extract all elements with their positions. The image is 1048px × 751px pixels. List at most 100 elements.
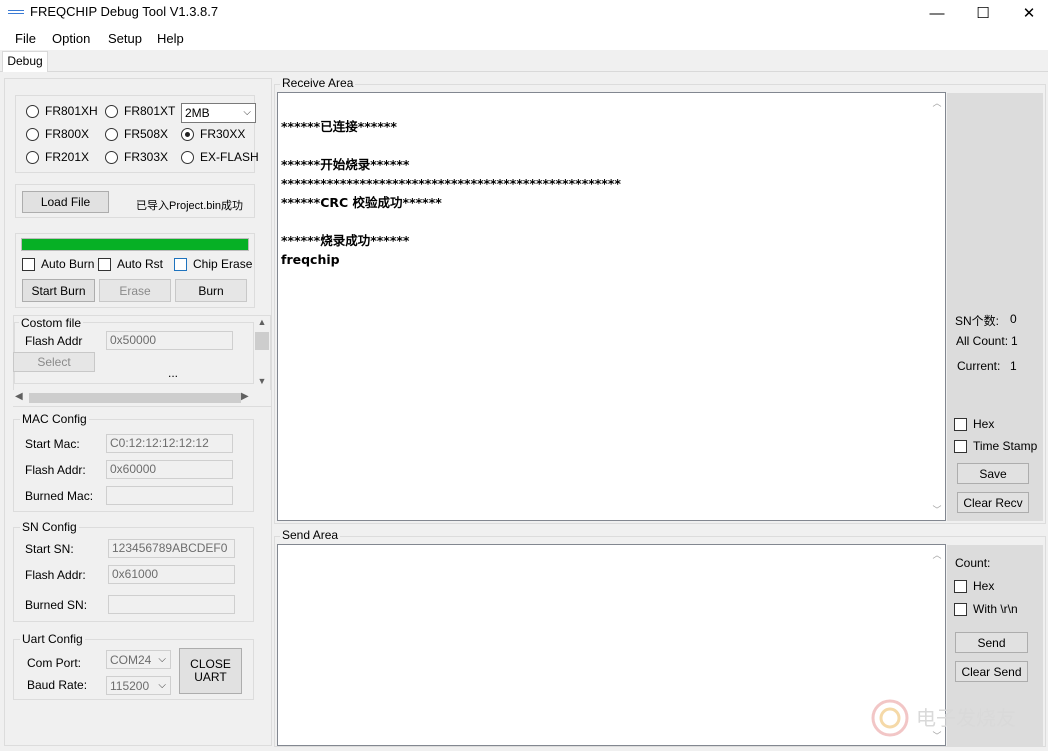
start-sn-input[interactable]: 123456789ABCDEF0 [108, 539, 235, 558]
scroll-left-icon[interactable]: ◀ [15, 391, 23, 402]
checkbox-label: Auto Rst [117, 257, 164, 271]
radio-fr801xh[interactable]: FR801XH [26, 104, 98, 118]
checkbox-label: With \r\n [973, 602, 1018, 616]
send-button[interactable]: Send [955, 632, 1028, 653]
load-file-button[interactable]: Load File [22, 191, 109, 213]
custom-flash-addr-label: Flash Addr [25, 334, 83, 348]
start-burn-button[interactable]: Start Burn [22, 279, 95, 302]
checkbox-label: Chip Erase [193, 257, 253, 271]
receive-log-line: ******CRC 校验成功****** [281, 195, 442, 210]
all-count-value: 1 [1011, 334, 1018, 348]
chip-erase-checkbox[interactable]: Chip Erase [174, 257, 252, 271]
radio-label: FR801XT [124, 104, 176, 118]
checkbox-box [954, 417, 967, 431]
receive-log-line: freqchip [281, 252, 340, 267]
radio-fr508x[interactable]: FR508X [105, 127, 168, 141]
time-stamp-checkbox[interactable]: Time Stamp [954, 439, 1037, 453]
select-file-button[interactable]: Select [13, 352, 95, 372]
burn-progress-bar [21, 238, 249, 251]
send-area-title: Send Area [280, 528, 341, 542]
radio-fr303x[interactable]: FR303X [105, 150, 168, 164]
send-textarea[interactable] [277, 544, 946, 746]
radio-ex-flash[interactable]: EX-FLASH [181, 150, 259, 164]
chevron-down-icon: ⌵ [158, 680, 166, 691]
receive-log: ******已连接****** ******开始烧录****** *********… [281, 98, 921, 269]
sn-config-title: SN Config [20, 520, 79, 534]
scroll-up-icon[interactable]: ▲ [254, 317, 270, 327]
custom-file-hscrollbar[interactable]: ◀ ▶ [13, 390, 271, 406]
send-hex-checkbox[interactable]: Hex [954, 579, 994, 593]
maximize-button[interactable]: ☐ [960, 0, 1006, 26]
flash-size-value: 2MB [185, 106, 210, 120]
scroll-thumb[interactable] [255, 332, 269, 350]
erase-button[interactable]: Erase [99, 279, 171, 302]
receive-vscrollbar[interactable]: ︿ ﹀ [929, 93, 945, 520]
receive-log-line: ****************************************… [281, 176, 621, 191]
scroll-down-icon[interactable]: ﹀ [929, 503, 945, 516]
radio-label: FR30XX [200, 127, 246, 141]
radio-fr30xx[interactable]: FR30XX [181, 127, 245, 141]
checkbox-box [174, 257, 187, 271]
current-label: Current: [957, 359, 1001, 373]
tab-debug[interactable]: Debug [2, 51, 48, 72]
baud-rate-select[interactable]: 115200 ⌵ [106, 676, 171, 695]
start-mac-input[interactable]: C0:12:12:12:12:12 [106, 434, 233, 453]
mac-config-title: MAC Config [20, 412, 89, 426]
baud-rate-value: 115200 [110, 679, 150, 693]
save-button[interactable]: Save [957, 463, 1029, 484]
scroll-up-icon[interactable]: ︿ [929, 548, 945, 561]
burned-mac-label: Burned Mac: [25, 489, 94, 503]
radio-fr801xt[interactable]: FR801XT [105, 104, 175, 118]
all-count-label: All Count: [956, 334, 1009, 348]
receive-log-line: ******开始烧录****** [281, 157, 410, 172]
receive-side-panel [947, 93, 1043, 521]
radio-fr201x[interactable]: FR201X [26, 150, 89, 164]
checkbox-box [954, 579, 967, 593]
custom-flash-addr-input[interactable]: 0x50000 [106, 331, 233, 350]
radio-indicator [26, 150, 39, 164]
menu-option[interactable]: Option [52, 31, 90, 46]
sn-count-label: SN个数: [955, 314, 1000, 328]
with-rn-checkbox[interactable]: With \r\n [954, 602, 1018, 616]
auto-rst-checkbox[interactable]: Auto Rst [98, 257, 163, 271]
clear-send-button[interactable]: Clear Send [955, 661, 1028, 682]
com-port-label: Com Port: [27, 656, 82, 670]
close-uart-button[interactable]: CLOSE UART [179, 648, 242, 694]
receive-log-line [281, 98, 921, 117]
receive-area-title: Receive Area [280, 76, 356, 90]
scroll-up-icon[interactable]: ︿ [929, 96, 945, 109]
menu-file[interactable]: File [15, 31, 36, 46]
burned-mac-input[interactable] [106, 486, 233, 505]
send-count-label: Count: [955, 556, 991, 570]
custom-file-vscrollbar[interactable]: ▲ ▼ [254, 316, 270, 390]
close-window-button[interactable]: ✕ [1006, 0, 1048, 26]
checkbox-label: Hex [973, 417, 995, 431]
checkbox-box [954, 602, 967, 616]
com-port-select[interactable]: COM24 ⌵ [106, 650, 171, 669]
checkbox-box [22, 257, 35, 271]
progress-fill [22, 239, 248, 250]
custom-file-path: ... [168, 366, 179, 380]
menu-help[interactable]: Help [157, 31, 184, 46]
radio-indicator [26, 104, 39, 118]
auto-burn-checkbox[interactable]: Auto Burn [22, 257, 94, 271]
mac-flash-addr-input[interactable]: 0x60000 [106, 460, 233, 479]
radio-indicator [105, 104, 118, 118]
radio-label: EX-FLASH [200, 150, 259, 164]
close-uart-label-line2: UART [194, 670, 227, 684]
scroll-down-icon[interactable]: ▼ [254, 376, 270, 386]
burned-sn-input[interactable] [108, 595, 235, 614]
sn-flash-addr-input[interactable]: 0x61000 [108, 565, 235, 584]
watermark-logo-icon [870, 698, 910, 738]
watermark-text: 电子发烧友 [916, 708, 1016, 730]
radio-fr800x[interactable]: FR800X [26, 127, 89, 141]
minimize-button[interactable]: — [914, 0, 960, 26]
clear-recv-button[interactable]: Clear Recv [957, 492, 1029, 513]
burn-button[interactable]: Burn [175, 279, 247, 302]
recv-hex-checkbox[interactable]: Hex [954, 417, 994, 431]
scroll-right-icon[interactable]: ▶ [241, 391, 249, 402]
scroll-thumb[interactable] [29, 393, 241, 403]
menu-setup[interactable]: Setup [108, 31, 142, 46]
checkbox-label: Auto Burn [41, 257, 95, 271]
flash-size-select[interactable]: 2MB ⌵ [181, 103, 256, 123]
